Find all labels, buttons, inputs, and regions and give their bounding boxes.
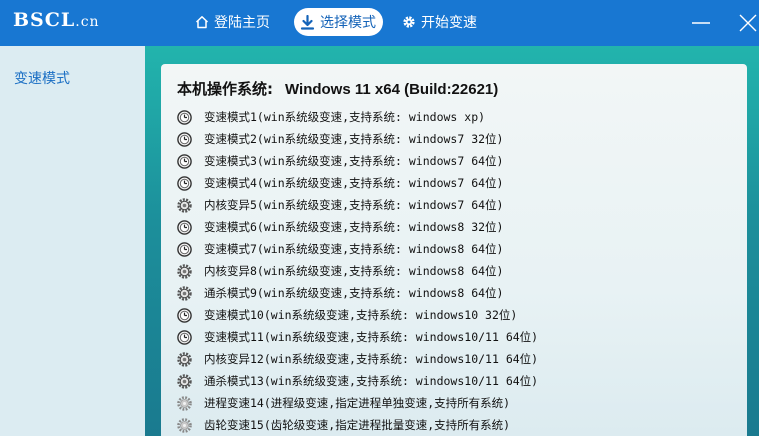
nav-start-speed-label: 开始变速 — [421, 15, 477, 31]
mode-option-label: 通杀模式9(win系统级变速,支持系统: windows8 64位) — [204, 286, 504, 300]
clock-radio-icon — [177, 175, 198, 191]
mode-option-5[interactable]: 内核变异5(win系统级变速,支持系统: windows7 64位) — [177, 194, 538, 216]
clock-radio-icon — [177, 153, 198, 169]
mode-option-11[interactable]: 变速模式11(win系统级变速,支持系统: windows10/11 64位) — [177, 326, 538, 348]
mode-panel: 本机操作系统: Windows 11 x64 (Build:22621) 变速模式… — [161, 64, 747, 436]
clock-radio-icon — [177, 109, 198, 125]
gear-icon — [403, 16, 415, 28]
mode-option-label: 变速模式11(win系统级变速,支持系统: windows10/11 64位) — [204, 330, 539, 344]
mode-option-12[interactable]: 内核变异12(win系统级变速,支持系统: windows10/11 64位) — [177, 348, 538, 370]
logo-main: BSCL — [13, 9, 76, 31]
cog-radio-icon — [177, 395, 198, 411]
mode-option-label: 变速模式2(win系统级变速,支持系统: windows7 32位) — [204, 132, 504, 146]
os-label: 本机操作系统: — [177, 80, 273, 98]
mode-option-label: 内核变异12(win系统级变速,支持系统: windows10/11 64位) — [204, 352, 539, 366]
nav-home-button[interactable]: 登陆主页 — [195, 8, 270, 36]
mode-option-label: 变速模式6(win系统级变速,支持系统: windows8 32位) — [204, 220, 504, 234]
mode-option-label: 内核变异8(win系统级变速,支持系统: windows8 64位) — [204, 264, 504, 278]
clock-radio-icon — [177, 219, 198, 235]
mode-option-4[interactable]: 变速模式4(win系统级变速,支持系统: windows7 64位) — [177, 172, 538, 194]
mode-option-label: 变速模式10(win系统级变速,支持系统: windows10 32位) — [204, 308, 518, 322]
nav-select-mode-label: 选择模式 — [320, 15, 376, 31]
home-icon — [195, 16, 209, 29]
minimize-icon — [692, 22, 710, 24]
gear-radio-icon — [177, 373, 198, 389]
mode-option-label: 变速模式1(win系统级变速,支持系统: windows xp) — [204, 110, 486, 124]
os-info: 本机操作系统: Windows 11 x64 (Build:22621) — [177, 78, 498, 99]
gear-radio-icon — [177, 197, 198, 213]
sidebar-item-speed-mode[interactable]: 变速模式 — [14, 68, 70, 88]
close-button[interactable] — [737, 12, 759, 34]
clock-radio-icon — [177, 307, 198, 323]
minimize-button[interactable] — [690, 12, 712, 34]
mode-option-7[interactable]: 变速模式7(win系统级变速,支持系统: windows8 64位) — [177, 238, 538, 260]
mode-option-3[interactable]: 变速模式3(win系统级变速,支持系统: windows7 64位) — [177, 150, 538, 172]
mode-option-14[interactable]: 进程变速14(进程级变速,指定进程单独变速,支持所有系统) — [177, 392, 538, 414]
clock-radio-icon — [177, 329, 198, 345]
download-arrow-icon — [300, 14, 315, 30]
nav-home-label: 登陆主页 — [214, 15, 270, 31]
cog-radio-icon — [177, 417, 198, 433]
title-bar: BSCL.cn 登陆主页 选择模式 开始变速 — [0, 0, 759, 46]
mode-option-label: 通杀模式13(win系统级变速,支持系统: windows10/11 64位) — [204, 374, 539, 388]
gear-radio-icon — [177, 351, 198, 367]
nav-select-mode-button[interactable]: 选择模式 — [294, 8, 383, 36]
mode-option-10[interactable]: 变速模式10(win系统级变速,支持系统: windows10 32位) — [177, 304, 538, 326]
gear-radio-icon — [177, 285, 198, 301]
mode-option-label: 变速模式4(win系统级变速,支持系统: windows7 64位) — [204, 176, 504, 190]
mode-option-label: 齿轮变速15(齿轮级变速,指定进程批量变速,支持所有系统) — [204, 418, 511, 432]
mode-option-label: 内核变异5(win系统级变速,支持系统: windows7 64位) — [204, 198, 504, 212]
gear-radio-icon — [177, 263, 198, 279]
mode-option-15[interactable]: 齿轮变速15(齿轮级变速,指定进程批量变速,支持所有系统) — [177, 414, 538, 436]
os-value: Windows 11 x64 (Build:22621) — [285, 81, 499, 98]
mode-option-label: 进程变速14(进程级变速,指定进程单独变速,支持所有系统) — [204, 396, 511, 410]
mode-option-1[interactable]: 变速模式1(win系统级变速,支持系统: windows xp) — [177, 106, 538, 128]
clock-radio-icon — [177, 241, 198, 257]
sidebar: 变速模式 — [0, 46, 145, 436]
mode-option-label: 变速模式3(win系统级变速,支持系统: windows7 64位) — [204, 154, 504, 168]
close-icon — [739, 14, 757, 32]
app-logo: BSCL.cn — [13, 9, 100, 31]
mode-option-13[interactable]: 通杀模式13(win系统级变速,支持系统: windows10/11 64位) — [177, 370, 538, 392]
mode-option-2[interactable]: 变速模式2(win系统级变速,支持系统: windows7 32位) — [177, 128, 538, 150]
mode-option-label: 变速模式7(win系统级变速,支持系统: windows8 64位) — [204, 242, 504, 256]
mode-option-9[interactable]: 通杀模式9(win系统级变速,支持系统: windows8 64位) — [177, 282, 538, 304]
mode-list: 变速模式1(win系统级变速,支持系统: windows xp) 变速模式2(wi… — [177, 106, 538, 436]
clock-radio-icon — [177, 131, 198, 147]
mode-option-8[interactable]: 内核变异8(win系统级变速,支持系统: windows8 64位) — [177, 260, 538, 282]
logo-domain: .cn — [75, 14, 100, 30]
mode-option-6[interactable]: 变速模式6(win系统级变速,支持系统: windows8 32位) — [177, 216, 538, 238]
nav-start-speed-button[interactable]: 开始变速 — [402, 8, 477, 36]
